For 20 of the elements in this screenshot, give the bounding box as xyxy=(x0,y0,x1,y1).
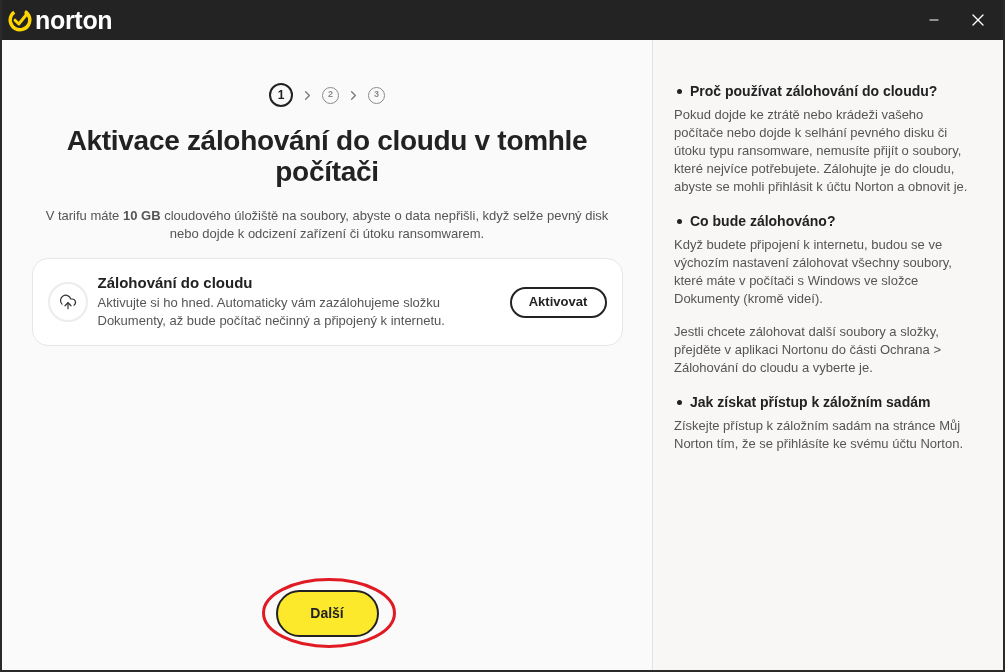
page-heading: Aktivace zálohování do cloudu v tomhle počítači xyxy=(65,125,589,187)
section-heading: Co bude zálohováno? xyxy=(690,212,836,230)
bullet-icon xyxy=(677,88,682,94)
step-indicator: 1 xyxy=(269,83,293,107)
plan-description: V tarifu máte 10 GB cloudového úložiště na soubory, abyste o data nepřišli, když selže pevný disk nebo dojde k odcizení zařízení či útoku ransomwarem. xyxy=(44,207,610,243)
section-text: Pokud dojde ke ztrátě nebo krádeži vašeho počítače nebo dojde k selhání pevného disku či útoku typu ransomware, nemusíte přijít o soubory, které nejvíce potřebujete. Zálohujte je do cloudu, abyste se mohli přihlásit k účtu Norton a obnovit je. xyxy=(674,106,969,196)
card-text: Aktivujte si ho hned. Automaticky vám zazálohujeme složku Dokumenty, až bude počítač nečinný a připojený k internetu. xyxy=(97,294,446,330)
next-button[interactable]: Další xyxy=(275,590,379,637)
bullet-icon xyxy=(677,218,682,224)
cloud-upload-icon xyxy=(47,282,88,322)
section-heading: Jak získat přístup k záložním sadám xyxy=(690,393,931,411)
bullet-icon xyxy=(677,399,682,405)
activate-button[interactable]: Aktivovat xyxy=(509,286,607,318)
section-text: Získejte přístup k záložním sadám na stránce Můj Norton tím, že se přihlásíte ke svému účtu Norton. xyxy=(674,417,964,453)
card-title: Zálohování do cloudu xyxy=(97,274,254,292)
section-text: Jestli chcete zálohovat další soubory a složky, přejděte v aplikaci Nortonu do části Ochrana > Zálohování do cloudu a vyberte je. xyxy=(674,323,942,377)
checkmark-logo-icon xyxy=(8,8,32,32)
logo-text: norton xyxy=(35,7,113,33)
section-text: Když budete připojení k internetu, budou se ve výchozím nastavení zálohovat všechny soubory, které máte v počítači s Windows ve složce Dokumenty (kromě videí). xyxy=(674,236,953,308)
section-heading: Proč používat zálohování do cloudu? xyxy=(690,82,938,100)
